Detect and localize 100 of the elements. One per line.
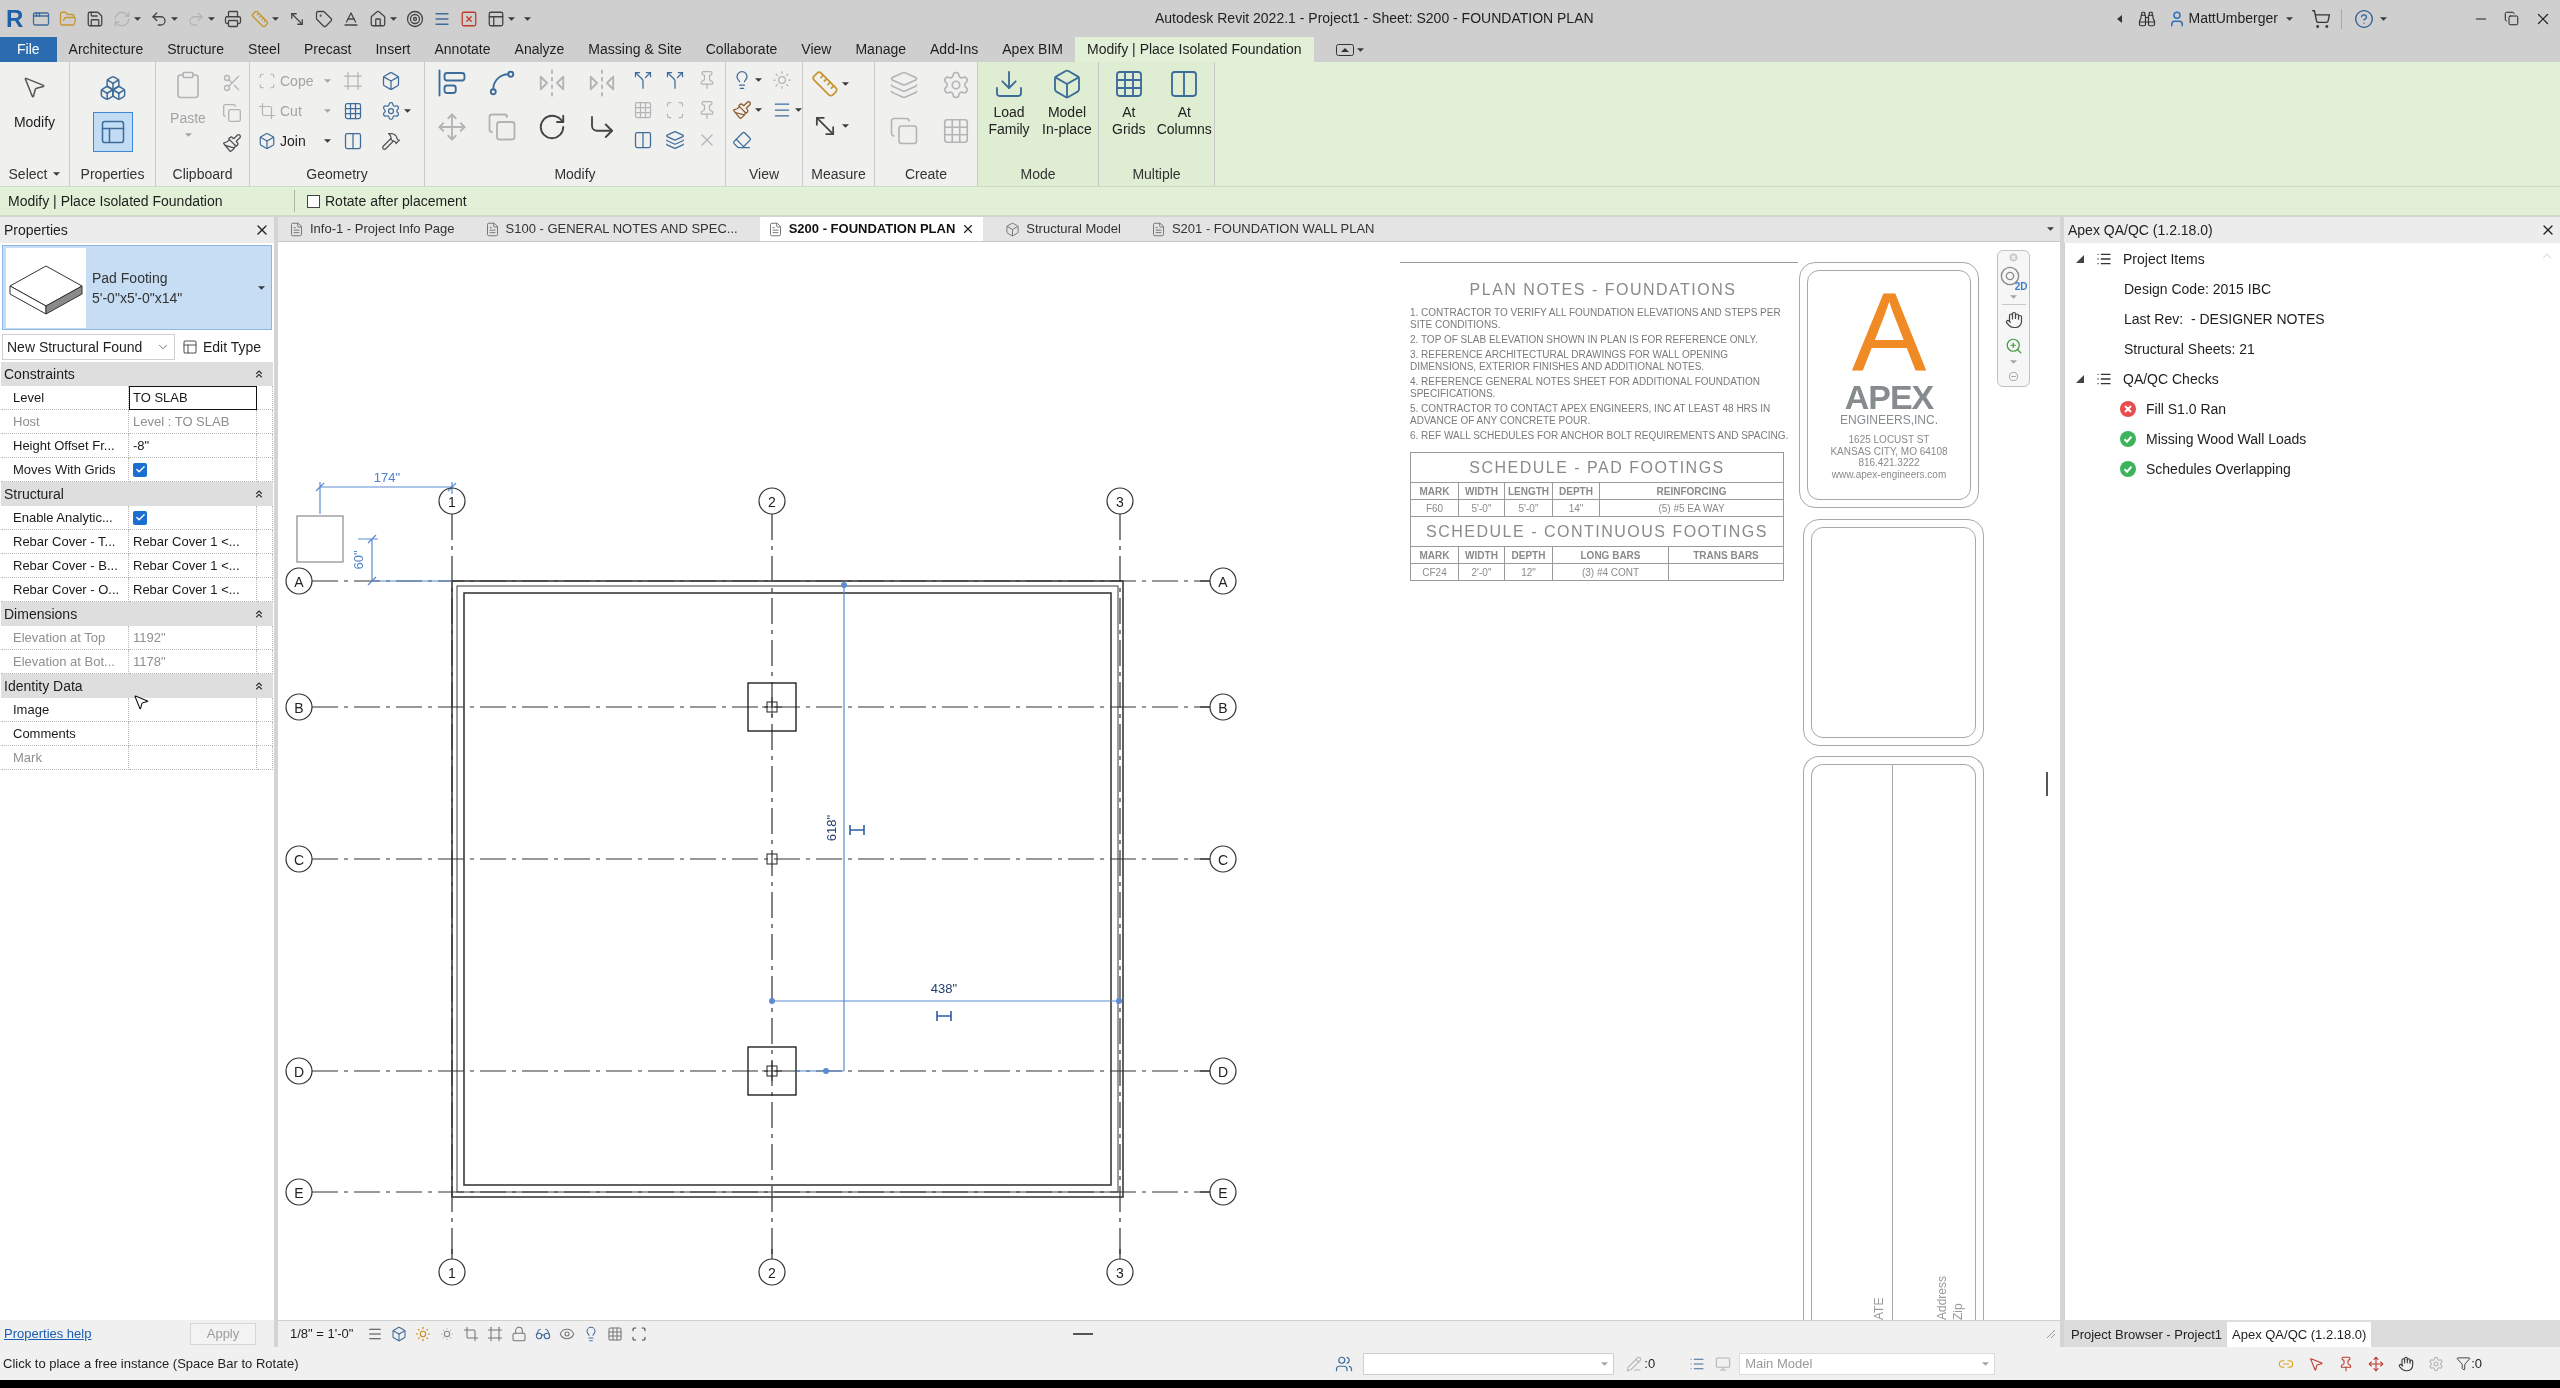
properties-help-link[interactable]: Properties help (4, 1323, 92, 1344)
lines-icon[interactable] (367, 1326, 384, 1342)
rotate-icon[interactable] (537, 112, 567, 142)
property-field[interactable]: TO SLAB (129, 386, 257, 410)
ribbon-tab[interactable]: Add-Ins (918, 37, 991, 62)
split-icon[interactable] (633, 70, 653, 90)
ribbon-tab[interactable]: Insert (363, 37, 423, 62)
grid-icon[interactable] (343, 101, 363, 121)
properties-button[interactable] (92, 112, 133, 152)
sun-icon[interactable] (415, 1326, 432, 1342)
tool-button[interactable]: Load Family (981, 68, 1037, 138)
house-icon[interactable] (369, 9, 388, 28)
resize-grip-icon[interactable] (2046, 1329, 2056, 1339)
scan-icon[interactable] (631, 1326, 648, 1342)
ribbon-tab[interactable]: Precast (292, 37, 364, 62)
document-tab[interactable]: Structural Model (997, 217, 1129, 241)
ribbon-tab[interactable]: Architecture (56, 37, 156, 62)
checkbox[interactable] (133, 462, 147, 477)
cursor-icon[interactable] (2308, 1355, 2325, 1372)
property-field[interactable] (129, 722, 257, 746)
people-icon[interactable] (1335, 1354, 1354, 1373)
ribbon-tab[interactable]: Annotate (422, 37, 503, 62)
cube-icon[interactable] (391, 1326, 408, 1342)
panel-tab[interactable]: Apex QA/QC (1.2.18.0) (2227, 1322, 2372, 1347)
ribbon-tab[interactable]: Structure (155, 37, 237, 62)
property-field[interactable]: Rebar Cover 1 <... (129, 530, 257, 554)
tool-button[interactable]: At Columns (1157, 68, 1212, 138)
crop-icon[interactable] (463, 1326, 480, 1342)
document-tab[interactable]: Info-1 - Project Info Page (281, 217, 463, 241)
tag-icon[interactable] (315, 9, 334, 28)
panel-menu-button[interactable]: Select (8, 163, 61, 185)
tool-button[interactable]: Model In-place (1039, 68, 1095, 138)
app-logo[interactable]: R (6, 6, 24, 31)
glasses-icon[interactable] (535, 1326, 552, 1342)
property-group-header[interactable]: Structural (1, 482, 273, 506)
ribbon-tab[interactable]: Collaborate (693, 37, 790, 62)
checkbox[interactable] (307, 194, 320, 208)
save-icon[interactable] (86, 9, 105, 28)
hand-icon[interactable] (2398, 1355, 2415, 1372)
tree-item[interactable]: QA/QC Checks (2065, 364, 2560, 394)
cube-icon[interactable] (381, 71, 401, 91)
hammer-icon[interactable] (381, 131, 401, 151)
user-name[interactable]: MattUmberger (2188, 8, 2278, 29)
ribbon-tab[interactable]: Massing & Site (576, 37, 694, 62)
cart-icon[interactable] (2311, 8, 2331, 29)
checkbox-label[interactable]: Rotate after placement (325, 190, 467, 212)
grid-icon[interactable] (607, 1326, 624, 1342)
move-icon[interactable] (2368, 1355, 2385, 1372)
window-icon[interactable] (32, 9, 51, 28)
restore-icon[interactable] (2504, 11, 2519, 26)
tree-item[interactable]: Design Code: 2015 IBC (2065, 274, 2560, 304)
expanded-arrow-icon[interactable] (2076, 255, 2084, 263)
left-arrow-icon[interactable] (2116, 14, 2122, 23)
tree-item[interactable]: Missing Wood Wall Loads (2065, 424, 2560, 454)
split-icon[interactable] (665, 70, 685, 90)
document-tab[interactable]: S100 - GENERAL NOTES AND SPEC... (476, 217, 746, 241)
window-close-icon[interactable] (460, 9, 479, 28)
frame-icon[interactable] (487, 1326, 504, 1342)
align-icon[interactable] (437, 68, 467, 98)
instance-filter-dropdown[interactable]: New Structural Found (2, 334, 175, 360)
tree-item[interactable]: Structural Sheets: 21 (2065, 334, 2560, 364)
paintbrush-icon[interactable] (222, 133, 242, 153)
eraser-icon[interactable] (732, 130, 752, 150)
ribbon-tab[interactable]: View (789, 37, 844, 62)
panel-layout-icon[interactable] (487, 9, 506, 28)
tree-item[interactable]: Last Rev: - DESIGNER NOTES (2065, 304, 2560, 334)
edit-type-button[interactable]: Edit Type (178, 334, 266, 360)
ribbon-tab[interactable]: Steel (236, 37, 292, 62)
ribbon-tab[interactable]: Manage (843, 37, 919, 62)
ribbon-tab[interactable]: File (0, 37, 57, 62)
checkbox[interactable] (133, 510, 147, 525)
tool-button[interactable]: At Grids (1101, 68, 1156, 138)
ribbon-tab[interactable]: Analyze (502, 37, 577, 62)
property-field[interactable]: Rebar Cover 1 <... (129, 554, 257, 578)
scrollbar-thumb[interactable] (1073, 1333, 1094, 1335)
tool-button[interactable]: Join (258, 130, 331, 152)
panel-tab[interactable]: Project Browser - Project1 (2066, 1322, 2227, 1347)
property-group-header[interactable]: Constraints (1, 362, 273, 386)
ribbon-tab[interactable]: Apex BIM (990, 37, 1075, 62)
help-icon[interactable] (2354, 8, 2374, 29)
gear-icon[interactable] (381, 101, 401, 121)
property-group-header[interactable]: Identity Data (1, 674, 273, 698)
scrollbar-thumb[interactable] (2046, 772, 2048, 796)
eye-icon[interactable] (559, 1326, 576, 1342)
tree-item[interactable]: Project Items (2065, 244, 2560, 274)
type-selector[interactable]: Pad Footing 5'-0"x5'-0"x14" (2, 245, 272, 330)
layers-icon[interactable] (665, 130, 685, 150)
binoculars-icon[interactable] (2137, 9, 2156, 28)
target-icon[interactable] (406, 9, 425, 28)
sun-icon[interactable] (439, 1326, 456, 1342)
ribbon-toggle-icon[interactable] (1335, 43, 1354, 56)
tree-item[interactable]: Schedules Overlapping (2065, 454, 2560, 484)
pan-hand-icon[interactable] (2004, 311, 2023, 329)
tool-button[interactable]: Modify (13, 74, 56, 133)
filter-icon[interactable] (2456, 1356, 2472, 1371)
columns-icon[interactable] (343, 131, 363, 151)
property-field[interactable]: -8" (129, 434, 257, 458)
curve-icon[interactable] (487, 68, 517, 98)
zoom-icon[interactable] (2004, 337, 2023, 355)
expanded-arrow-icon[interactable] (2076, 375, 2084, 383)
